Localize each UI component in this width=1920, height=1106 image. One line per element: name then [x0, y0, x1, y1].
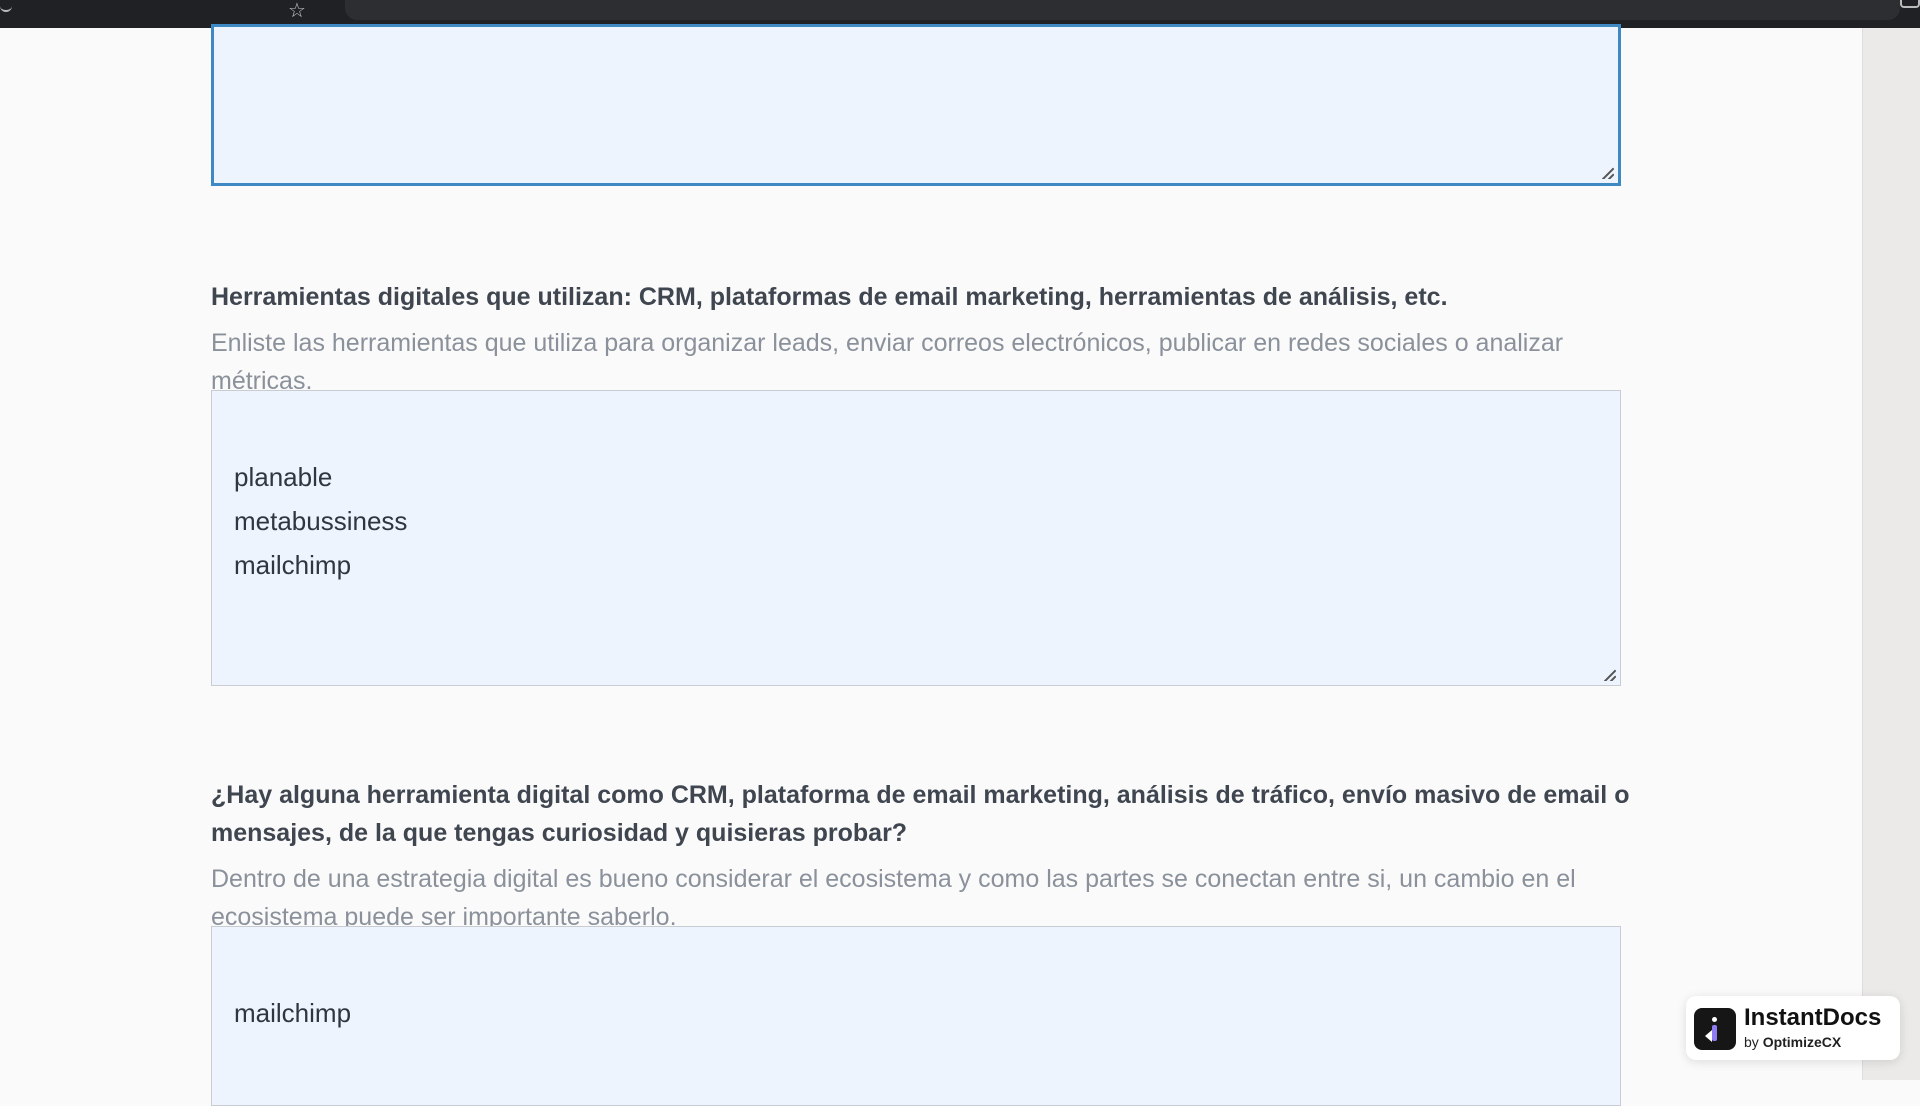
scrollbar-gutter[interactable] — [1862, 28, 1920, 1080]
form-page: Herramientas digitales que utilizan: CRM… — [0, 24, 1862, 1106]
badge-byline: by OptimizeCX — [1744, 1034, 1841, 1050]
window-control-icon[interactable] — [1900, 0, 1920, 8]
address-bar[interactable] — [345, 0, 1900, 20]
badge-by-name: OptimizeCX — [1762, 1034, 1842, 1050]
curious-textarea-value[interactable]: mailchimp — [234, 998, 351, 1028]
tools-textarea-value[interactable]: planable metabussiness mailchimp — [234, 462, 407, 580]
previous-answer-textarea[interactable] — [211, 24, 1621, 186]
badge-by-prefix: by — [1744, 1034, 1763, 1050]
curious-textarea[interactable]: mailchimp — [211, 926, 1621, 1106]
question-label-tools: Herramientas digitales que utilizan: CRM… — [211, 283, 1448, 311]
resize-handle-icon[interactable] — [1602, 167, 1614, 179]
instantdocs-badge[interactable]: InstantDocs by OptimizeCX — [1686, 996, 1900, 1060]
question-label-curious: ¿Hay alguna herramienta digital como CRM… — [211, 781, 1630, 847]
question-help-curious: Dentro de una estrategia digital es buen… — [211, 865, 1576, 931]
instantdocs-logo-icon — [1694, 1008, 1736, 1050]
tools-textarea[interactable]: planable metabussiness mailchimp — [211, 390, 1621, 686]
reload-icon[interactable] — [0, 0, 12, 12]
resize-handle-icon[interactable] — [1604, 669, 1616, 681]
badge-brand: InstantDocs — [1744, 1004, 1882, 1031]
question-help-tools: Enliste las herramientas que utiliza par… — [211, 329, 1564, 395]
bookmark-star-icon[interactable]: ☆ — [288, 1, 312, 21]
